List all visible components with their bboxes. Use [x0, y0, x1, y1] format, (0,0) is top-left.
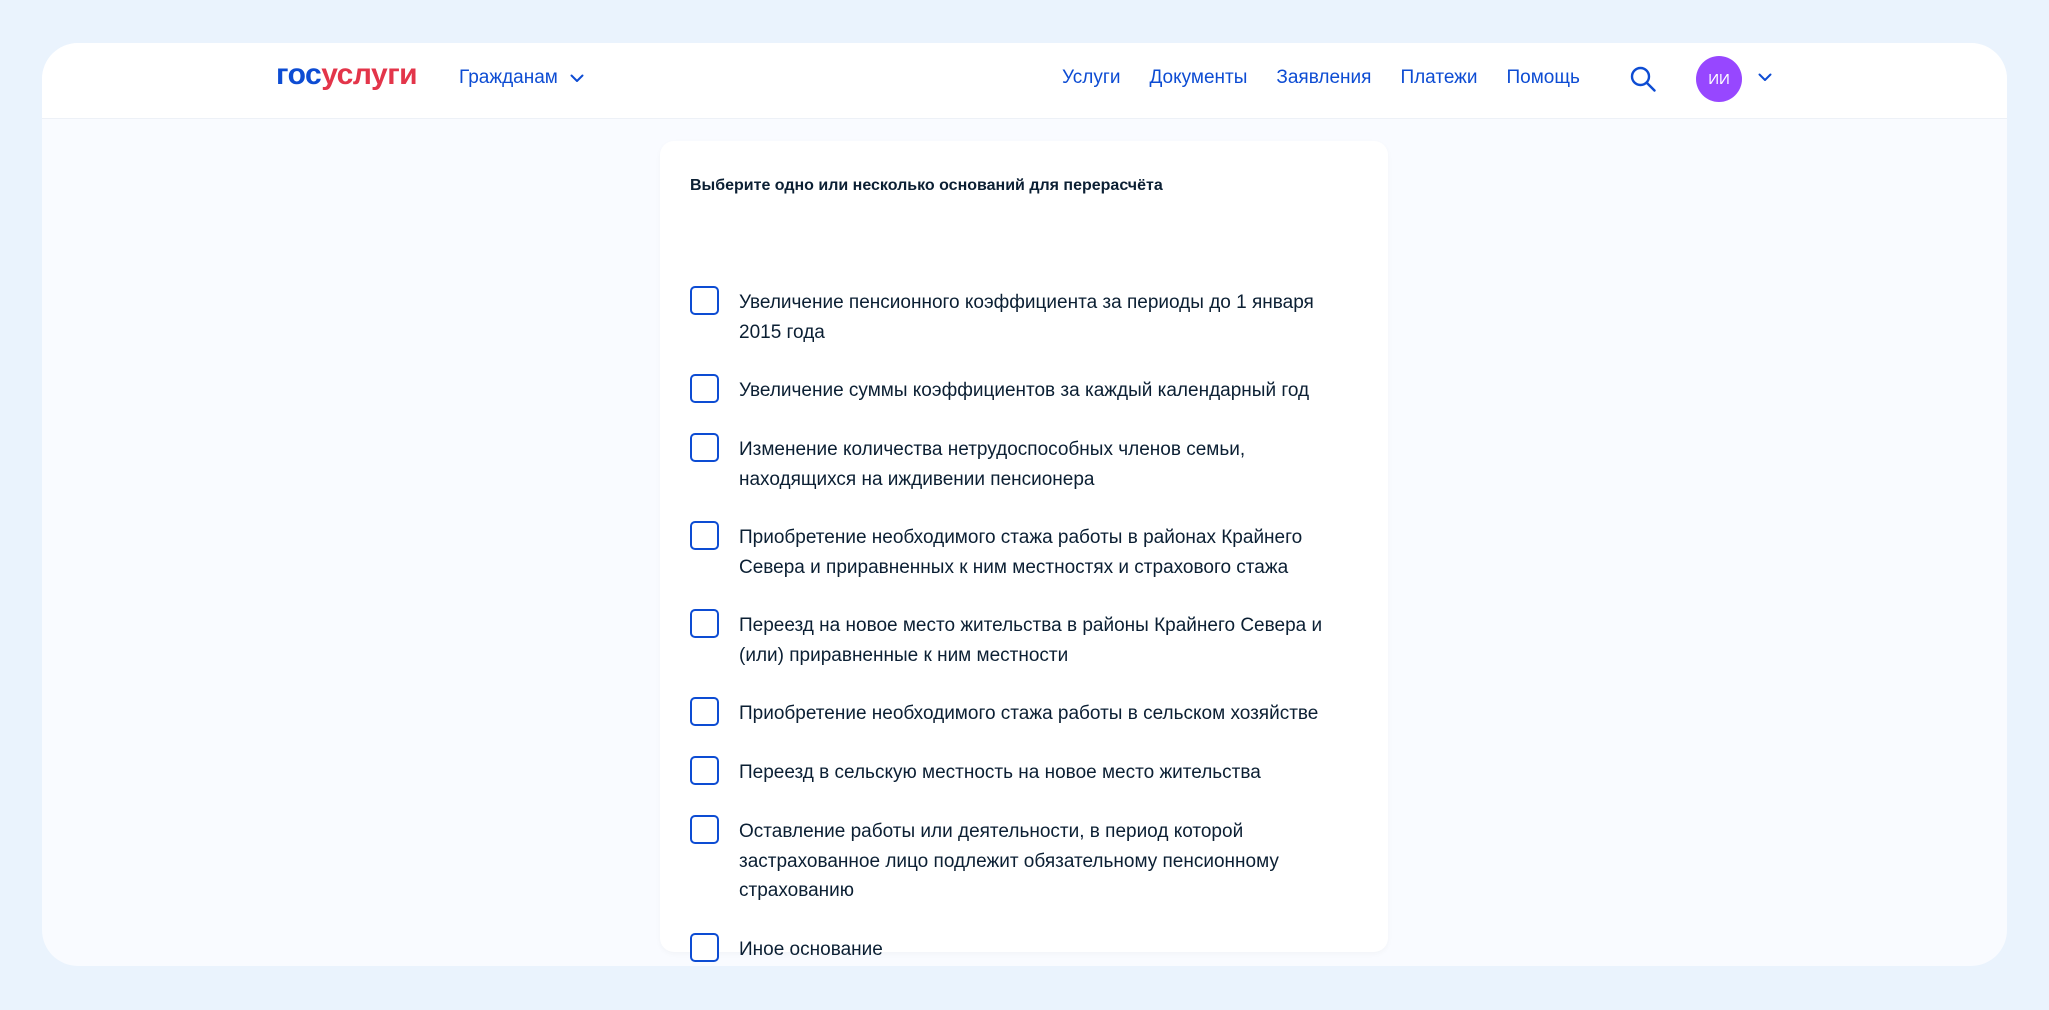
app-window: госуслуги Гражданам Услуги Документы Зая…: [42, 43, 2007, 966]
checkbox-icon[interactable]: [690, 756, 719, 785]
search-icon[interactable]: [1629, 65, 1657, 93]
option-checkbox-dependents[interactable]: Изменение количества нетрудоспособных чл…: [690, 433, 1360, 494]
main-nav: Услуги Документы Заявления Платежи Помощ…: [1062, 67, 1609, 89]
site-header: госуслуги Гражданам Услуги Документы Зая…: [42, 43, 2007, 119]
option-label: Переезд в сельскую местность на новое ме…: [739, 762, 1261, 783]
checkbox-icon[interactable]: [690, 697, 719, 726]
chevron-down-icon[interactable]: [1758, 73, 1772, 82]
audience-label: Гражданам: [459, 67, 558, 88]
option-label: Приобретение необходимого стажа работы в…: [739, 703, 1319, 724]
option-checkbox-north-relocation[interactable]: Переезд на новое место жительства в райо…: [690, 609, 1360, 670]
option-checkbox-north-experience[interactable]: Приобретение необходимого стажа работы в…: [690, 521, 1360, 582]
option-checkbox-rural-relocation[interactable]: Переезд в сельскую местность на новое ме…: [690, 756, 1360, 788]
option-checkbox-pension-coefficient[interactable]: Увеличение пенсионного коэффициента за п…: [690, 286, 1360, 347]
logo-part-uslugi: услуги: [321, 58, 418, 91]
option-checkbox-coefficient-sum[interactable]: Увеличение суммы коэффициентов за каждый…: [690, 374, 1360, 406]
nav-item-payments[interactable]: Платежи: [1400, 67, 1477, 89]
nav-item-applications[interactable]: Заявления: [1276, 67, 1371, 89]
checkbox-icon[interactable]: [690, 933, 719, 962]
checkbox-icon[interactable]: [690, 286, 719, 315]
checkbox-icon[interactable]: [690, 433, 719, 462]
option-label: Увеличение пенсионного коэффициента за п…: [739, 292, 1314, 343]
form-title: Выберите одно или несколько оснований дл…: [690, 177, 1163, 194]
option-checkbox-agriculture-experience[interactable]: Приобретение необходимого стажа работы в…: [690, 697, 1360, 729]
checkbox-icon[interactable]: [690, 609, 719, 638]
nav-item-services[interactable]: Услуги: [1062, 67, 1120, 89]
nav-item-help[interactable]: Помощь: [1507, 67, 1580, 89]
option-label: Увеличение суммы коэффициентов за каждый…: [739, 380, 1310, 401]
checkbox-icon[interactable]: [690, 815, 719, 844]
audience-dropdown[interactable]: Гражданам: [459, 67, 584, 89]
gosuslugi-logo[interactable]: госуслуги: [276, 58, 418, 91]
nav-item-documents[interactable]: Документы: [1149, 67, 1247, 89]
option-label: Иное основание: [739, 939, 883, 960]
option-checkbox-leaving-work[interactable]: Оставление работы или деятельности, в пе…: [690, 815, 1360, 906]
recalculation-form-card: Выберите одно или несколько оснований дл…: [660, 141, 1388, 962]
checkbox-icon[interactable]: [690, 521, 719, 550]
option-label: Оставление работы или деятельности, в пе…: [739, 821, 1279, 901]
avatar-initials: ИИ: [1708, 70, 1730, 88]
chevron-down-icon: [570, 74, 584, 82]
checkbox-icon[interactable]: [690, 374, 719, 403]
option-checkbox-other[interactable]: Иное основание: [690, 933, 1360, 965]
user-avatar[interactable]: ИИ: [1696, 56, 1742, 102]
option-label: Приобретение необходимого стажа работы в…: [739, 527, 1303, 578]
option-label: Переезд на новое место жительства в райо…: [739, 615, 1323, 666]
option-label: Изменение количества нетрудоспособных чл…: [739, 439, 1246, 490]
logo-part-gos: гос: [276, 58, 322, 91]
